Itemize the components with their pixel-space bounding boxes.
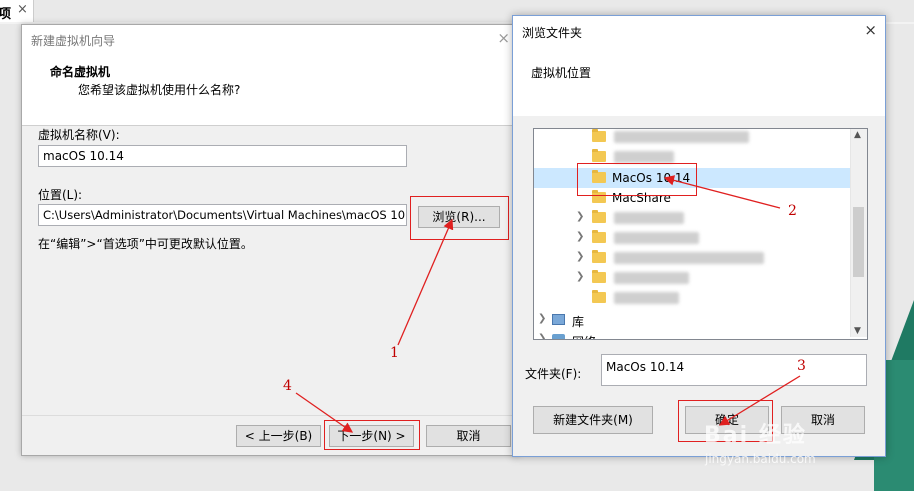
annotation-step3: 3	[797, 358, 806, 374]
arrow-step2	[663, 175, 781, 209]
watermark-url: jingyan.baidu.com	[705, 452, 816, 466]
arrow-step1	[397, 218, 454, 346]
annotation-step4: 4	[283, 378, 292, 394]
arrow-step4	[295, 392, 354, 433]
annotation-step2: 2	[788, 203, 797, 219]
watermark-logo: Bai 经验	[704, 423, 807, 448]
annotation-step1: 1	[390, 345, 399, 361]
